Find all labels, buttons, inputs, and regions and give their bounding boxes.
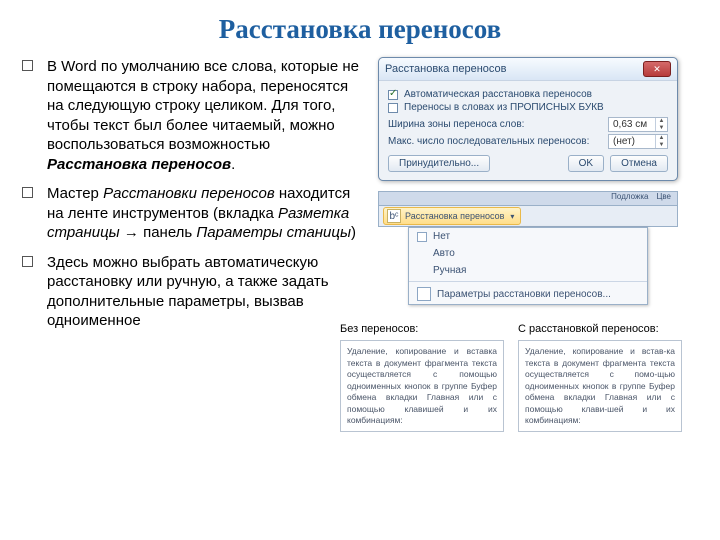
- page-title: Расстановка переносов: [0, 0, 720, 57]
- sample-with: С расстановкой переносов: Удаление, копи…: [518, 323, 682, 432]
- checkbox-caps-hyphenation[interactable]: [388, 103, 398, 113]
- label-auto: Автоматическая расстановка переносов: [404, 89, 592, 100]
- bullet-marker-icon: [22, 60, 33, 71]
- dd-item-auto[interactable]: Авто: [409, 245, 647, 262]
- dialog-title: Расстановка переносов: [385, 63, 506, 75]
- force-button[interactable]: Принудительно...: [388, 155, 490, 172]
- sample-with-text: Удаление, копирование и встав-ка текста …: [518, 340, 682, 432]
- label-zone: Ширина зоны переноса слов:: [388, 119, 524, 130]
- dialog-body: Автоматическая расстановка переносов Пер…: [379, 81, 677, 180]
- tab-watermark[interactable]: Подложка: [611, 192, 648, 205]
- bullet-1: В Word по умолчанию все слова, которые н…: [22, 57, 362, 174]
- bullet-marker-icon: [22, 187, 33, 198]
- checkbox-auto-hyphenation[interactable]: [388, 90, 398, 100]
- checkbox-icon: [417, 232, 427, 242]
- main-content: В Word по умолчанию все слова, которые н…: [0, 57, 720, 432]
- label-caps: Переносы в словах из ПРОПИСНЫХ БУКВ: [404, 102, 604, 113]
- ribbon-tabs: Подложка Цве: [378, 191, 678, 205]
- text-column: В Word по умолчанию все слова, которые н…: [22, 57, 362, 432]
- dialog-titlebar: Расстановка переносов ✕: [379, 58, 677, 81]
- close-icon[interactable]: ✕: [643, 61, 671, 77]
- sample-with-label: С расстановкой переносов:: [518, 323, 682, 336]
- separator: [409, 281, 647, 282]
- bullet-2: Мастер Расстановки переносов находится н…: [22, 184, 362, 243]
- ribbon-screenshot: Подложка Цве bᶜ Расстановка переносов ▾ …: [378, 191, 678, 305]
- cancel-button[interactable]: Отмена: [610, 155, 668, 172]
- zone-width-input[interactable]: 0,63 см ▲▼: [608, 117, 668, 132]
- sample-without-text: Удаление, копирование и вставка текста в…: [340, 340, 504, 432]
- dd-item-none[interactable]: Нет: [409, 228, 647, 245]
- spinner-arrows-icon[interactable]: ▲▼: [655, 135, 667, 148]
- bullet-3-text: Здесь можно выбрать автоматическую расст…: [47, 253, 362, 331]
- ok-button[interactable]: OK: [568, 155, 604, 172]
- bullet-1-text: В Word по умолчанию все слова, которые н…: [47, 57, 362, 174]
- bullet-2-text: Мастер Расстановки переносов находится н…: [47, 184, 362, 243]
- sample-without-label: Без переносов:: [340, 323, 504, 336]
- max-consecutive-input[interactable]: (нет) ▲▼: [608, 134, 668, 149]
- sample-without: Без переносов: Удаление, копирование и в…: [340, 323, 504, 432]
- dd-item-manual[interactable]: Ручная: [409, 262, 647, 279]
- chevron-down-icon: ▾: [510, 212, 514, 221]
- tab-color[interactable]: Цве: [656, 192, 671, 205]
- illustration-column: Расстановка переносов ✕ Автоматическая р…: [372, 57, 682, 432]
- sample-comparison: Без переносов: Удаление, копирование и в…: [340, 323, 682, 432]
- dd-item-options[interactable]: Параметры расстановки переносов...: [409, 284, 647, 304]
- hyphenation-button[interactable]: bᶜ Расстановка переносов ▾: [383, 207, 521, 225]
- hyphenation-dropdown: Нет Авто Ручная Параметры расстановки пе…: [408, 227, 648, 305]
- bullet-3: Здесь можно выбрать автоматическую расст…: [22, 253, 362, 331]
- hyphenation-dialog: Расстановка переносов ✕ Автоматическая р…: [378, 57, 678, 181]
- label-max: Макс. число последовательных переносов:: [388, 136, 589, 147]
- bullet-marker-icon: [22, 256, 33, 267]
- hyphenation-icon: bᶜ: [387, 209, 401, 223]
- spinner-arrows-icon[interactable]: ▲▼: [655, 118, 667, 131]
